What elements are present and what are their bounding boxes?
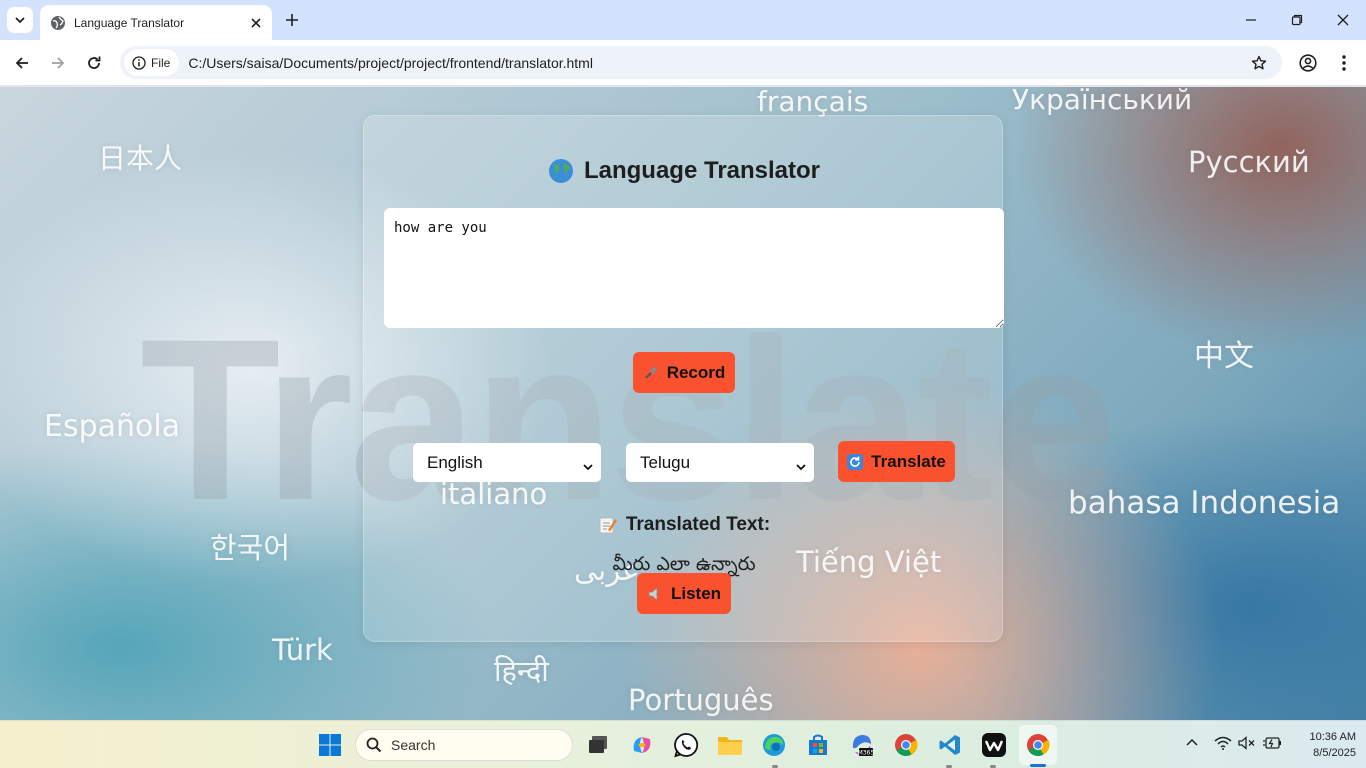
- chrome-active-icon[interactable]: [1023, 730, 1053, 760]
- microphone-icon: [643, 365, 659, 381]
- svg-text:M365: M365: [858, 750, 875, 757]
- whatsapp-icon[interactable]: [671, 730, 701, 760]
- source-text-input[interactable]: [384, 208, 1004, 328]
- chevron-up-icon: [1186, 737, 1198, 749]
- edge-icon[interactable]: [759, 730, 789, 760]
- copilot-icon[interactable]: [627, 730, 657, 760]
- browser-tab[interactable]: Language Translator: [40, 5, 272, 40]
- clock-time: 10:36 AM: [1309, 731, 1356, 743]
- restore-icon: [1291, 14, 1303, 26]
- back-button[interactable]: [8, 49, 36, 77]
- star-icon: [1251, 55, 1267, 71]
- reload-button[interactable]: [80, 49, 108, 77]
- microsoft-store-icon[interactable]: [803, 730, 833, 760]
- record-button-label: Record: [666, 362, 726, 382]
- listen-button-label: Listen: [670, 583, 722, 603]
- page-viewport: Translate français Український 日本人 Русск…: [0, 87, 1366, 720]
- restore-button[interactable]: [1274, 0, 1320, 40]
- background-word: Український: [1012, 87, 1193, 116]
- chevron-down-icon: [14, 14, 26, 26]
- refresh-icon: [847, 453, 864, 470]
- close-icon[interactable]: [246, 13, 266, 33]
- source-language-value: English: [427, 452, 483, 472]
- microsoft-365-icon[interactable]: M365: [847, 730, 877, 760]
- chrome-icon[interactable]: [891, 730, 921, 760]
- windsurf-app-icon[interactable]: [979, 730, 1009, 760]
- background-word: 中文: [1194, 339, 1254, 374]
- memo-icon: [598, 515, 618, 535]
- forward-button[interactable]: [44, 49, 72, 77]
- background-word: Türk: [272, 633, 333, 667]
- page-title: Language Translator: [364, 157, 1004, 185]
- translated-text-heading-label: Translated Text:: [625, 514, 771, 535]
- taskbar: Search M365 10:36 AM 8/5/2025: [0, 720, 1366, 768]
- tab-search-button[interactable]: [7, 7, 33, 33]
- record-button[interactable]: Record: [633, 352, 735, 393]
- background-word: हिन्दी: [494, 654, 549, 688]
- target-language-select[interactable]: Telugu: [626, 443, 814, 482]
- tray-overflow-button[interactable]: [1184, 735, 1200, 751]
- clock-date: 8/5/2025: [1313, 747, 1356, 759]
- address-bar[interactable]: File C:/Users/saisa/Documents/project/pr…: [120, 46, 1282, 79]
- info-icon: [132, 55, 146, 70]
- close-icon: [1337, 14, 1349, 26]
- reload-icon: [86, 55, 102, 71]
- taskbar-search-box[interactable]: Search: [355, 729, 573, 761]
- translate-button[interactable]: Translate: [838, 441, 955, 482]
- taskbar-search-label: Search: [391, 737, 436, 753]
- windows-logo-icon: [318, 733, 342, 757]
- arrow-left-icon: [14, 55, 30, 71]
- background-word: bahasa Indonesia: [1068, 485, 1341, 521]
- background-word: Española: [44, 409, 181, 444]
- background-word: 日本人: [98, 142, 183, 175]
- globe-icon: [548, 158, 574, 184]
- site-info-chip[interactable]: File: [124, 49, 180, 76]
- translate-button-label: Translate: [871, 451, 946, 471]
- browser-toolbar: File C:/Users/saisa/Documents/project/pr…: [0, 40, 1366, 86]
- wifi-icon[interactable]: [1214, 735, 1232, 751]
- start-button[interactable]: [315, 730, 345, 760]
- account-icon: [1299, 54, 1317, 72]
- background-word: français: [757, 87, 869, 118]
- vscode-icon[interactable]: [935, 730, 965, 760]
- page-title-text: Language Translator: [583, 157, 821, 184]
- volume-muted-icon[interactable]: [1238, 735, 1256, 751]
- background-word: 한국어: [210, 531, 291, 565]
- search-icon: [366, 737, 382, 753]
- file-chip-label: File: [151, 55, 171, 70]
- source-language-select[interactable]: English: [413, 443, 601, 482]
- speaker-icon: [647, 586, 663, 602]
- arrow-right-icon: [50, 55, 66, 71]
- new-tab-button[interactable]: [280, 8, 304, 32]
- close-window-button[interactable]: [1320, 0, 1366, 40]
- background-word: Português: [628, 683, 774, 717]
- browser-menu-button[interactable]: [1330, 49, 1358, 77]
- task-view-icon[interactable]: [583, 730, 613, 760]
- bookmark-button[interactable]: [1248, 52, 1270, 74]
- more-vertical-icon: [1342, 55, 1346, 71]
- active-indicator: [1030, 764, 1046, 767]
- tab-title: Language Translator: [74, 15, 185, 30]
- plus-icon: [285, 13, 299, 27]
- tab-strip: Language Translator: [0, 0, 1366, 40]
- battery-icon[interactable]: [1262, 735, 1282, 751]
- chevron-down-icon: [796, 457, 806, 477]
- background-word: Русский: [1188, 145, 1310, 179]
- chevron-down-icon: [583, 457, 593, 477]
- globe-favicon-icon: [50, 15, 66, 31]
- url-text: C:/Users/saisa/Documents/project/project…: [188, 54, 593, 71]
- listen-button[interactable]: Listen: [637, 573, 731, 614]
- profile-button[interactable]: [1294, 49, 1322, 77]
- translator-card: Language Translator Record English Telug…: [363, 115, 1004, 642]
- file-explorer-icon[interactable]: [715, 730, 745, 760]
- system-clock[interactable]: 10:36 AM 8/5/2025: [1286, 729, 1356, 761]
- translated-text-heading: Translated Text:: [364, 514, 1004, 536]
- target-language-value: Telugu: [640, 452, 691, 472]
- minimize-icon: [1245, 14, 1257, 26]
- minimize-button[interactable]: [1228, 0, 1274, 40]
